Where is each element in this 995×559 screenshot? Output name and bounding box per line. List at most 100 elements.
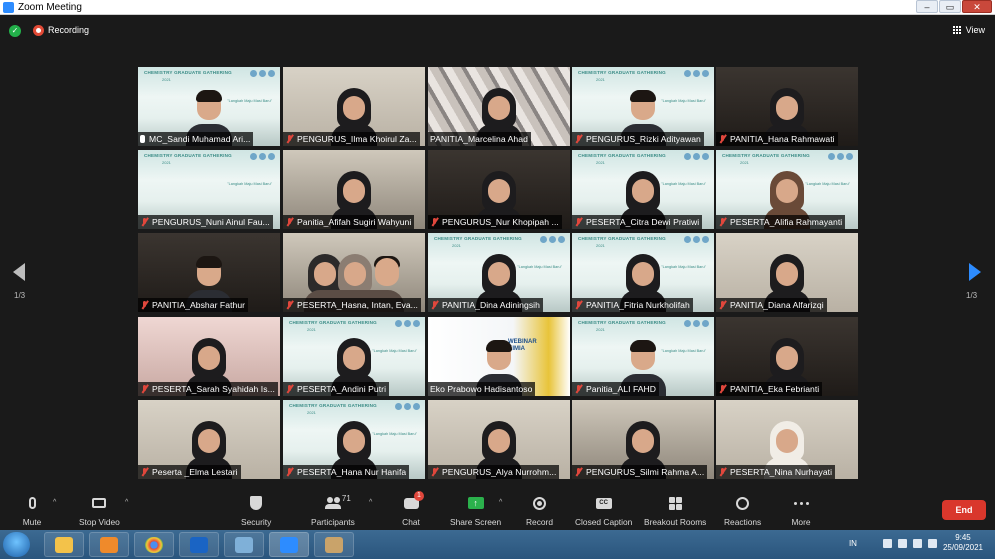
muted-mic-icon — [718, 217, 727, 227]
participant-video-tile[interactable]: Peserta _Elma Lestari — [138, 400, 280, 479]
banner-tagline: "Langkah Maju Masi Baru" — [372, 432, 417, 436]
participants-options-caret-icon[interactable]: ^ — [369, 499, 372, 506]
banner-logos-icon — [684, 320, 709, 327]
chat-button[interactable]: 1 Chat — [401, 491, 424, 527]
participant-video-tile[interactable]: CHEMISTRY GRADUATE GATHERING 2021 "Langkah… — [572, 233, 714, 312]
view-label: View — [965, 25, 985, 35]
participant-video-tile[interactable]: CHEMISTRY GRADUATE GATHERING 2021 "Langkah… — [572, 317, 714, 396]
taskbar-bluetooth[interactable] — [179, 532, 219, 557]
participant-name: PANITIA_Marcelina Ahad — [430, 134, 528, 144]
participant-video-tile[interactable]: PESERTA_Hasna, Intan, Eva... — [283, 233, 425, 312]
participant-name: Panitia_ALI FAHD — [586, 384, 657, 394]
close-button[interactable]: ✕ — [962, 0, 992, 13]
meeting-toolbar: Mute ^ Stop Video ^ Security 71 Particip… — [0, 490, 995, 530]
bluetooth-icon — [190, 536, 208, 553]
participant-name: PESERTA_Alifia Rahmayanti — [730, 217, 843, 227]
video-options-caret-icon[interactable]: ^ — [125, 499, 128, 506]
taskbar-media-player[interactable] — [89, 532, 129, 557]
taskbar-clock[interactable]: 9:45 25/09/2021 — [943, 533, 983, 553]
record-label: Record — [526, 517, 553, 527]
muted-mic-icon — [574, 384, 583, 394]
banner-logos-icon — [250, 153, 275, 160]
reactions-button[interactable]: Reactions — [724, 494, 761, 527]
tray-network-icon[interactable] — [897, 538, 907, 548]
media-player-icon — [100, 536, 118, 553]
tray-signal-icon[interactable] — [912, 538, 922, 548]
participant-name: Panitia_Afifah Sugiri Wahyuni — [297, 217, 412, 227]
chrome-icon — [145, 536, 163, 553]
security-label: Security — [241, 517, 272, 527]
audio-options-caret-icon[interactable]: ^ — [53, 499, 56, 506]
participant-name: PENGURUS_Nuni Ainul Fau... — [152, 217, 270, 227]
participant-video-tile[interactable]: PENGURUS_Alya Nurrohm... — [428, 400, 570, 479]
participant-name: PENGURUS_Ilma Khoirul Za... — [297, 134, 417, 144]
banner-logos-icon — [684, 236, 709, 243]
taskbar-chrome[interactable] — [134, 532, 174, 557]
participant-video-tile[interactable]: PANITIA_Marcelina Ahad — [428, 67, 570, 146]
banner-title: CHEMISTRY GRADUATE GATHERING — [289, 403, 377, 408]
meeting-topbar: ✓ Recording View — [0, 15, 995, 47]
muted-mic-icon — [574, 217, 583, 227]
share-options-caret-icon[interactable]: ^ — [499, 499, 502, 506]
banner-tagline: "Langkah Maju Masi Baru" — [661, 99, 706, 103]
tray-flag-icon[interactable] — [882, 538, 892, 548]
participant-video-tile[interactable]: PANITIA_Eka Febrianti — [716, 317, 858, 396]
encryption-shield-icon[interactable]: ✓ — [9, 25, 21, 37]
participant-video-tile[interactable]: PANITIA_Abshar Fathur — [138, 233, 280, 312]
mute-button[interactable]: Mute — [22, 494, 42, 527]
more-button[interactable]: More — [791, 494, 811, 527]
participant-name-bar: Panitia_ALI FAHD — [572, 382, 660, 396]
record-button[interactable]: Record — [526, 494, 553, 527]
breakout-rooms-button[interactable]: Breakout Rooms — [644, 494, 706, 527]
participant-name: PANITIA_Diana Alfarizqi — [730, 300, 824, 310]
banner-year: 2021 — [596, 160, 605, 165]
participant-video-tile[interactable]: PANITIA_Diana Alfarizqi — [716, 233, 858, 312]
view-button[interactable]: View — [952, 25, 985, 35]
system-tray: IN 9:45 25/09/2021 — [849, 533, 983, 553]
banner-tagline: "Langkah Maju Masi Baru" — [517, 265, 562, 269]
muted-mic-icon — [285, 384, 294, 394]
participant-video-tile[interactable]: PENGURUS_Nur Khopipah ... — [428, 150, 570, 229]
participant-name: PANITIA_Hana Rahmawati — [730, 134, 835, 144]
stop-video-button[interactable]: Stop Video — [79, 494, 120, 527]
participants-button[interactable]: 71 Participants — [311, 494, 355, 527]
chat-label: Chat — [402, 517, 420, 527]
participant-video-tile[interactable]: CHEMISTRY GRADUATE GATHERING 2021 "Langkah… — [283, 317, 425, 396]
participant-video-tile[interactable]: CHEMISTRY GRADUATE GATHERING 2021 "Langkah… — [572, 67, 714, 146]
taskbar-zoom[interactable] — [269, 532, 309, 557]
taskbar-network-app[interactable] — [224, 532, 264, 557]
minimize-button[interactable]: – — [916, 0, 938, 13]
banner-logos-icon — [684, 153, 709, 160]
end-meeting-button[interactable]: End — [942, 500, 986, 520]
participant-video-tile[interactable]: CHEMISTRY GRADUATE GATHERING 2021 "Langkah… — [138, 67, 280, 146]
participant-video-tile[interactable]: CHEMISTRY GRADUATE GATHERING 2021 "Langkah… — [428, 233, 570, 312]
banner-logos-icon — [250, 70, 275, 77]
closed-caption-label: Closed Caption — [575, 517, 633, 527]
participant-video-tile[interactable]: PESERTA_Nina Nurhayati — [716, 400, 858, 479]
participant-name-bar: PENGURUS_Rizki Adityawan — [572, 132, 704, 146]
start-button[interactable] — [3, 532, 30, 557]
participant-video-tile[interactable]: PENGURUS_Silmi Rahma A... — [572, 400, 714, 479]
participant-video-tile[interactable]: WEBINAR KIMIA Eko Prabowo Hadisantoso — [428, 317, 570, 396]
participant-video-tile[interactable]: CHEMISTRY GRADUATE GATHERING 2021 "Langkah… — [138, 150, 280, 229]
closed-caption-button[interactable]: CC Closed Caption — [575, 494, 632, 527]
next-page-arrow-icon[interactable] — [969, 263, 981, 281]
share-screen-button[interactable]: ↑ Share Screen — [450, 494, 501, 527]
taskbar-paint[interactable] — [314, 532, 354, 557]
participant-video-tile[interactable]: CHEMISTRY GRADUATE GATHERING 2021 "Langkah… — [716, 150, 858, 229]
tray-volume-icon[interactable] — [927, 538, 937, 548]
zoom-icon — [280, 536, 298, 553]
active-mic-icon — [140, 135, 145, 143]
maximize-button[interactable]: ▭ — [939, 0, 961, 13]
banner-year: 2021 — [452, 243, 461, 248]
language-indicator[interactable]: IN — [849, 539, 857, 548]
security-button[interactable]: Security — [241, 494, 271, 527]
participant-video-tile[interactable]: Panitia_Afifah Sugiri Wahyuni — [283, 150, 425, 229]
participant-video-tile[interactable]: CHEMISTRY GRADUATE GATHERING 2021 "Langkah… — [283, 400, 425, 479]
previous-page-arrow-icon[interactable] — [13, 263, 25, 281]
participant-video-tile[interactable]: PANITIA_Hana Rahmawati — [716, 67, 858, 146]
participant-video-tile[interactable]: PENGURUS_Ilma Khoirul Za... — [283, 67, 425, 146]
participant-video-tile[interactable]: PESERTA_Sarah Syahidah Is... — [138, 317, 280, 396]
taskbar-explorer[interactable] — [44, 532, 84, 557]
participant-video-tile[interactable]: CHEMISTRY GRADUATE GATHERING 2021 "Langkah… — [572, 150, 714, 229]
